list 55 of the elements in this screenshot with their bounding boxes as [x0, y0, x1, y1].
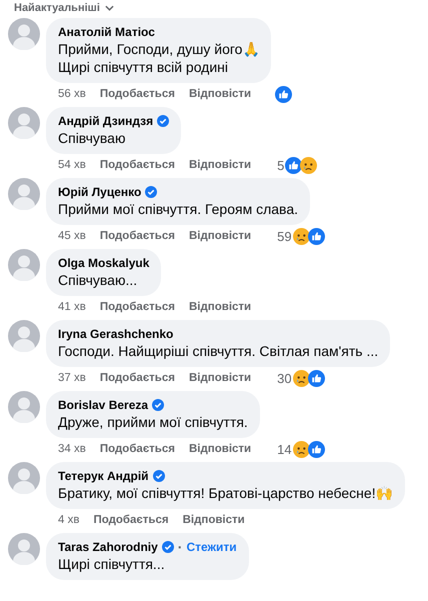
like-reaction-icon[interactable]: [275, 86, 292, 102]
reply-link[interactable]: Відповісти: [188, 443, 252, 455]
like-link[interactable]: Подобається: [100, 443, 175, 455]
like-link[interactable]: Подобається: [100, 88, 175, 100]
comment-time[interactable]: 34 хв: [58, 443, 86, 455]
crying-face-icon[interactable]: [292, 228, 310, 244]
separator-dot: ·: [178, 539, 182, 555]
like-reaction-icon[interactable]: [308, 228, 325, 244]
comment-text: Співчуваю...: [58, 271, 138, 289]
reaction-count[interactable]: 30: [277, 370, 292, 386]
comment-text: Щирі співчуття всій родині: [58, 58, 230, 76]
comment-text: Прийми, Господи, душу його🙏: [58, 40, 260, 58]
reply-link[interactable]: Відповісти: [182, 514, 245, 526]
comment-time[interactable]: 41 хв: [58, 301, 86, 313]
reaction-count[interactable]: 59: [277, 228, 292, 244]
author-name[interactable]: Андрій Дзиндзя: [58, 113, 154, 129]
like-link[interactable]: Подобається: [100, 159, 175, 171]
comment-text: Співчуваю: [58, 129, 126, 147]
reply-link[interactable]: Відповісти: [188, 88, 252, 100]
reaction-count[interactable]: 14: [277, 442, 292, 456]
reply-link[interactable]: Відповісти: [188, 159, 252, 171]
follow-link[interactable]: Стежити: [186, 540, 237, 554]
author-name[interactable]: Taras Zahorodniy: [58, 539, 158, 555]
reply-link[interactable]: Відповісти: [188, 230, 252, 242]
comment-text: Щирі співчуття...: [58, 555, 166, 573]
crying-face-icon[interactable]: [300, 156, 318, 174]
comment-time[interactable]: 45 хв: [58, 230, 86, 242]
reaction-count[interactable]: 5: [277, 158, 284, 172]
like-link[interactable]: Подобається: [100, 372, 175, 384]
crying-face-icon[interactable]: [292, 370, 310, 386]
comment-text: Господи. Найщиріші співчуття. Світлая пам'ять ...: [58, 342, 378, 360]
like-link[interactable]: Подобається: [100, 301, 175, 313]
chevron-down-icon: [104, 5, 114, 11]
reply-link[interactable]: Відповісти: [188, 372, 252, 384]
comment-time[interactable]: 4 хв: [58, 514, 80, 526]
author-name[interactable]: Iryna Gerashchenko: [58, 326, 174, 342]
author-name[interactable]: Анатолій Матіос: [58, 24, 155, 40]
author-name[interactable]: Borislav Bereza: [58, 397, 148, 413]
like-reaction-icon[interactable]: [308, 370, 325, 386]
like-reaction-icon[interactable]: [285, 156, 302, 174]
reply-link[interactable]: Відповісти: [188, 301, 252, 313]
sort-dropdown[interactable]: Найактуальніші: [14, 2, 100, 14]
comment-text: Прийми мої співчуття. Героям слава.: [58, 200, 298, 218]
comment-time[interactable]: 54 хв: [58, 159, 86, 171]
comment-time[interactable]: 37 хв: [58, 372, 86, 384]
like-link[interactable]: Подобається: [100, 230, 175, 242]
comment-text: Друже, прийми мої співчуття.: [58, 413, 248, 431]
comment-time[interactable]: 56 хв: [58, 88, 86, 100]
like-link[interactable]: Подобається: [93, 514, 169, 526]
like-reaction-icon[interactable]: [308, 440, 325, 458]
author-name[interactable]: Юрій Луценко: [58, 184, 142, 200]
comment-text: Братику, мої співчуття! Братові-царство небесне!🙌: [58, 484, 393, 502]
crying-face-icon[interactable]: [292, 440, 310, 458]
author-name[interactable]: Olga Moskalyuk: [58, 255, 150, 271]
author-name[interactable]: Тетерук Андрій: [58, 468, 149, 484]
